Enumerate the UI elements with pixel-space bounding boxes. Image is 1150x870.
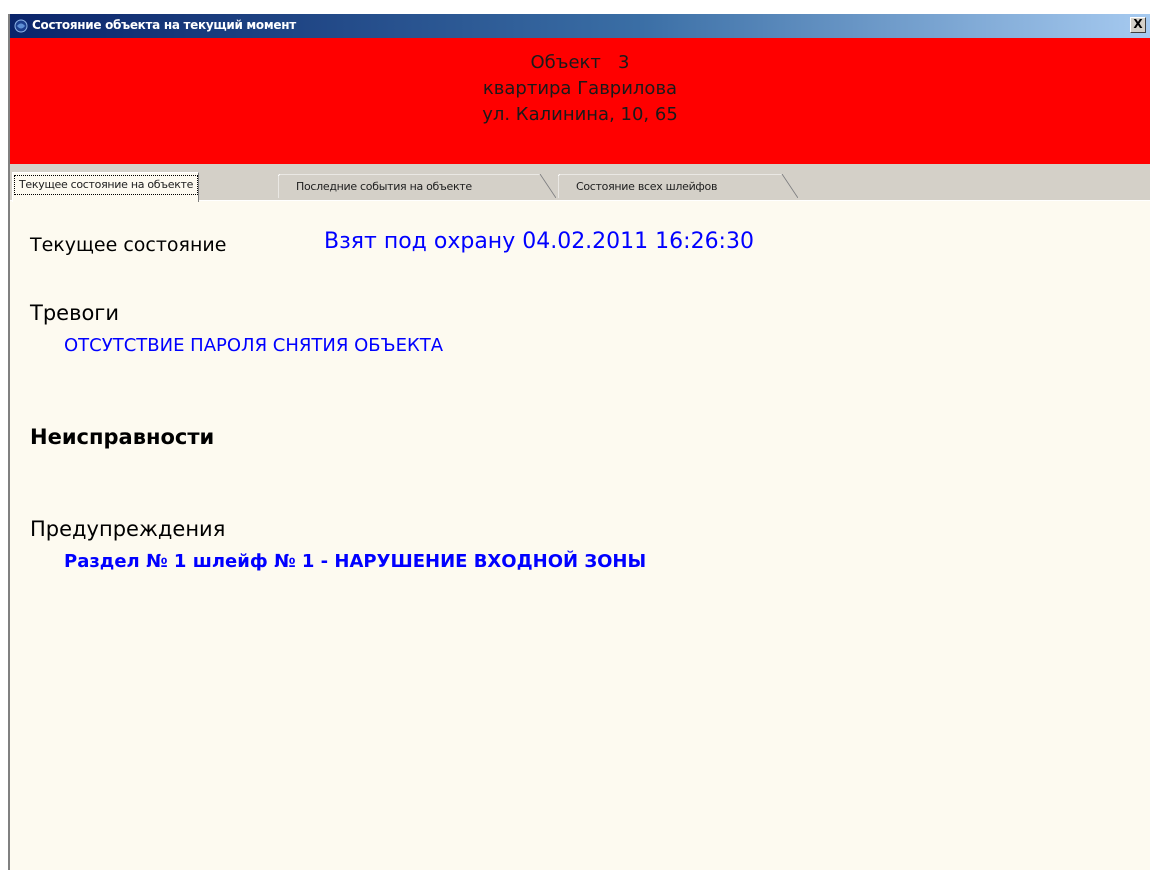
tab-all-loops-label: Состояние всех шлейфов: [576, 180, 718, 193]
object-header: Объект 3 квартира Гаврилова ул. Калинина…: [10, 38, 1150, 164]
faults-heading: Неисправности: [30, 425, 215, 449]
tab-last-events[interactable]: Последние события на объекте: [278, 174, 556, 198]
current-state-value: Взят под охрану 04.02.2011 16:26:30: [324, 229, 754, 254]
warnings-heading: Предупреждения: [30, 517, 226, 541]
tab-current-state[interactable]: Текущее состояние на объекте: [12, 172, 200, 202]
status-window: Состояние объекта на текущий момент X Об…: [8, 14, 1150, 870]
current-state-label: Текущее состояние: [30, 234, 227, 256]
tab-all-loops[interactable]: Состояние всех шлейфов: [558, 174, 798, 198]
tab-strip: Текущее состояние на объекте Последние с…: [10, 164, 1150, 202]
warning-item: Раздел № 1 шлейф № 1 - НАРУШЕНИЕ ВХОДНОЙ…: [64, 551, 647, 572]
title-bar[interactable]: Состояние объекта на текущий момент X: [10, 14, 1150, 38]
window-title: Состояние объекта на текущий момент: [32, 18, 296, 32]
alarms-heading: Тревоги: [30, 301, 119, 325]
close-button[interactable]: X: [1130, 17, 1146, 33]
object-number: Объект 3: [530, 52, 630, 73]
app-icon: [14, 19, 28, 33]
alarm-item: ОТСУТСТВИЕ ПАРОЛЯ СНЯТИЯ ОБЪЕКТА: [64, 335, 444, 356]
state-panel: Текущее состояние Взят под охрану 04.02.…: [10, 200, 1150, 870]
tab-current-state-label: Текущее состояние на объекте: [13, 175, 199, 195]
object-name: квартира Гаврилова: [482, 78, 678, 99]
object-address: ул. Калинина, 10, 65: [482, 104, 678, 125]
tab-last-events-label: Последние события на объекте: [296, 180, 472, 193]
